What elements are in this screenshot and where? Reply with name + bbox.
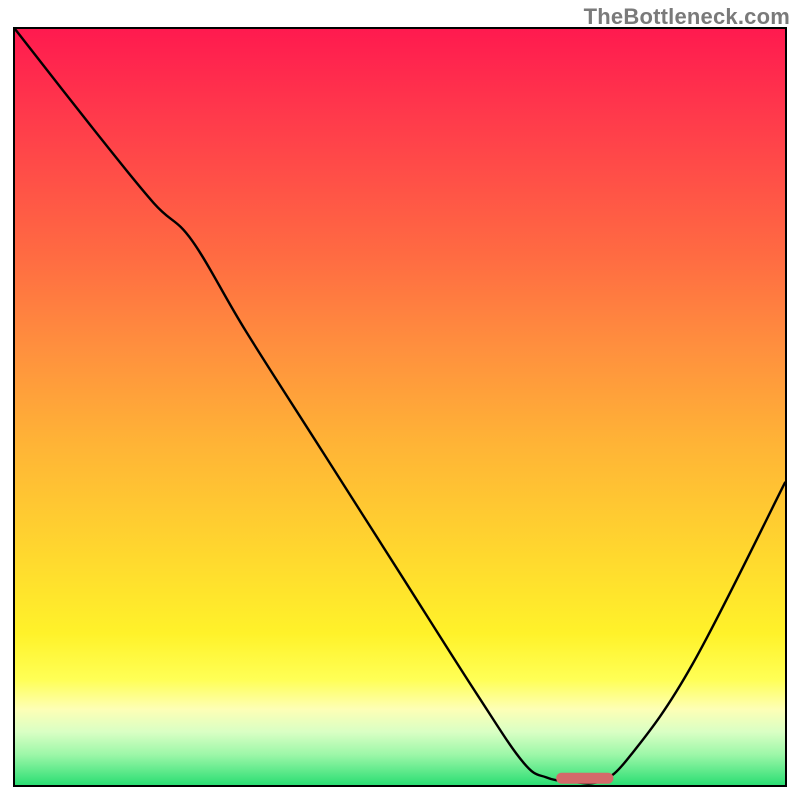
chart-svg xyxy=(15,29,785,785)
watermark-text: TheBottleneck.com xyxy=(584,4,790,30)
chart-container: TheBottleneck.com xyxy=(0,0,800,800)
curve-path xyxy=(15,29,785,783)
plot-frame xyxy=(13,27,787,787)
